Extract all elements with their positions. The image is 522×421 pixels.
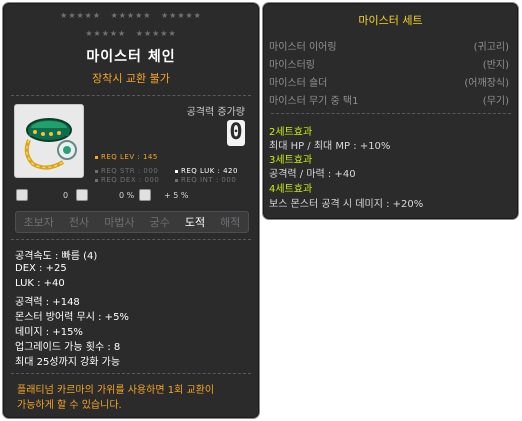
req-level: REQ LEV : 145	[95, 153, 158, 161]
attack-increase-value: 0	[227, 120, 245, 146]
star-group-icon: ★★★★★	[85, 29, 127, 38]
job-magician: 마법사	[104, 216, 135, 229]
divider	[11, 373, 251, 374]
star-group-icon: ★★★★★	[110, 11, 152, 20]
set-item-type: (귀고리)	[473, 42, 509, 53]
job-thief: 도적	[184, 216, 206, 229]
stat-line: 최대 25성까지 강화 가능	[15, 357, 121, 368]
divider	[11, 239, 251, 240]
req-str: REQ STR : 000	[95, 167, 158, 175]
chain-accessory-icon	[24, 118, 77, 170]
set-item-name: 마이스터 무기 중 택1	[269, 96, 359, 107]
stat-line: 공격속도 : 빠름 (4)	[15, 251, 98, 262]
exchange-note: 플래티넘 카르마의 가위를 사용하면 1회 교환이 가능하게 할 수 있습니다.	[17, 383, 247, 413]
attack-increase-label: 공격력 증가량	[186, 107, 245, 118]
set-item-type: (무기)	[482, 96, 509, 107]
job-pirate: 해적	[220, 216, 241, 229]
item-icon-box	[14, 104, 84, 178]
star-force-row: ★★★★★ ★★★★★ ★★★★★	[3, 11, 259, 20]
stat-value: 0 %	[119, 191, 135, 200]
set-item-type: (어깨장식)	[464, 78, 509, 89]
trade-restriction-note: 장착시 교환 불가	[92, 72, 170, 85]
item-name: 마이스터 체인	[86, 49, 176, 65]
stat-line: 몬스터 방어력 무시 : +5%	[15, 312, 129, 323]
monster-icon	[16, 189, 28, 201]
stat-line: LUK : +40	[15, 278, 65, 289]
set-title: 마이스터 세트	[358, 14, 423, 27]
set-effect-line: 최대 HP / 최대 MP : +10%	[269, 141, 391, 152]
divider	[271, 113, 511, 114]
item-tooltip-panel: ★★★★★ ★★★★★ ★★★★★ ★★★★★ ★★★★★ 마이스터 체인 장착…	[2, 2, 260, 419]
defense-icon	[76, 189, 88, 201]
set-effect-heading: 3세트효과	[269, 155, 313, 166]
set-effect-line: 보스 몬스터 공격 시 데미지 : +20%	[269, 199, 424, 210]
set-effect-heading: 2세트효과	[269, 127, 313, 138]
set-effect-line: 공격력 / 마력 : +40	[269, 169, 356, 180]
req-dex: REQ DEX : 000	[95, 176, 159, 184]
star-group-icon: ★★★★★	[135, 29, 177, 38]
req-int: REQ INT : 000	[175, 176, 236, 184]
set-item-name: 마이스터 숄더	[269, 78, 328, 89]
star-group-icon: ★★★★★	[160, 11, 202, 20]
set-item-type: (반지)	[482, 60, 509, 71]
set-item-name: 마이스터링	[269, 60, 315, 71]
stat-value: 0	[63, 191, 69, 200]
stat-line: 업그레이드 가능 횟수 : 8	[15, 342, 121, 353]
job-beginner: 초보자	[23, 216, 54, 229]
set-item-name: 마이스터 이어링	[269, 42, 337, 53]
exchange-note-line: 플래티넘 카르마의 가위를 사용하면 1회 교환이	[17, 385, 215, 396]
job-requirement-bar: 초보자 전사 마법사 궁수 도적 해적	[15, 211, 249, 233]
star-group-icon: ★★★★★	[60, 11, 102, 20]
set-tooltip-panel: 마이스터 세트 마이스터 이어링 (귀고리) 마이스터링 (반지) 마이스터 숄…	[262, 2, 519, 220]
stat-line: 데미지 : +15%	[15, 327, 83, 338]
divider	[11, 95, 251, 96]
stat-line: 공격력 : +148	[15, 297, 80, 308]
req-luk: REQ LUK : 420	[175, 167, 238, 175]
attack-icon	[139, 189, 151, 201]
star-force-row: ★★★★★ ★★★★★	[3, 29, 259, 38]
job-warrior: 전사	[68, 216, 90, 229]
job-archer: 궁수	[149, 216, 170, 229]
set-effect-heading: 4세트효과	[269, 184, 313, 195]
stat-line: DEX : +25	[15, 263, 67, 274]
stat-value: + 5 %	[164, 191, 189, 200]
exchange-note-line: 가능하게 할 수 있습니다.	[17, 400, 122, 411]
